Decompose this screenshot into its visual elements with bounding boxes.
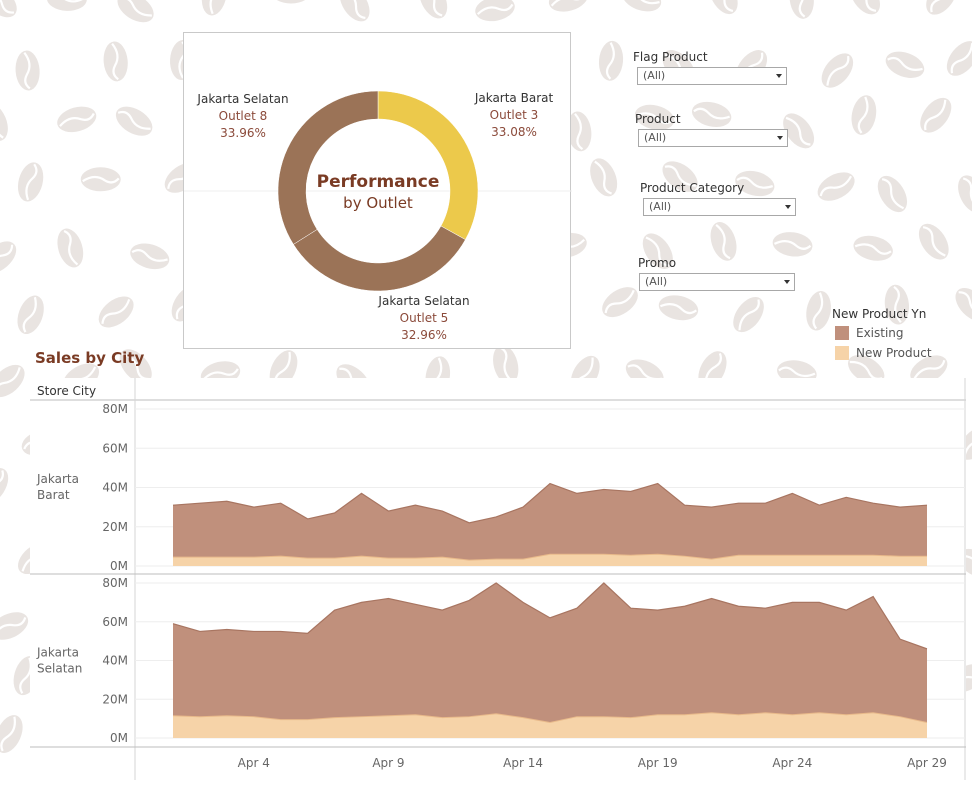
donut-label-city: Jakarta Barat [474, 91, 554, 105]
y-tick-label: 20M [102, 520, 128, 534]
chevron-down-icon [785, 205, 791, 209]
x-tick-label: Apr 9 [372, 756, 404, 770]
pane-label-line1: Jakarta [36, 472, 79, 486]
row-header-store-city: Store City [37, 384, 96, 398]
donut-label-outlet-3: Jakarta Barat Outlet 3 33.08% [459, 90, 569, 141]
filter-product-category: Product Category (All) [640, 181, 796, 216]
coffee-bean-icon [80, 167, 121, 192]
donut-label-outlet: Outlet 8 [218, 109, 268, 123]
x-tick-label: Apr 14 [503, 756, 543, 770]
filter-label: Product [635, 112, 681, 126]
donut-label-city: Jakarta Selatan [378, 294, 470, 308]
sales-by-city-title: Sales by City [35, 349, 145, 367]
pane-label-line2: Selatan [37, 662, 82, 676]
donut-label-percent: 32.96% [401, 328, 447, 342]
donut-label-percent: 33.96% [220, 126, 266, 140]
filter-label: Product Category [640, 181, 745, 195]
donut-label-city: Jakarta Selatan [197, 92, 289, 106]
chevron-down-icon [784, 280, 790, 284]
flag-product-dropdown[interactable]: (All) [637, 67, 787, 85]
donut-label-percent: 33.08% [491, 125, 537, 139]
pane-label-line1: Jakarta [36, 646, 79, 660]
donut-label-outlet-8: Jakarta Selatan Outlet 8 33.96% [187, 91, 299, 142]
legend-item-new-product[interactable]: New Product [832, 346, 932, 366]
x-tick-label: Apr 4 [238, 756, 270, 770]
donut-slice-2[interactable] [293, 225, 466, 292]
legend-swatch-existing [835, 326, 849, 340]
legend-item-existing[interactable]: Existing [832, 326, 932, 346]
filter-product: Product (All) [635, 112, 788, 147]
donut-label-outlet: Outlet 3 [489, 108, 539, 122]
y-tick-label: 60M [102, 441, 128, 455]
filter-label: Promo [638, 256, 677, 270]
y-tick-label: 80M [102, 402, 128, 416]
product-dropdown[interactable]: (All) [638, 129, 788, 147]
donut-label-outlet-5: Jakarta Selatan Outlet 5 32.96% [364, 293, 484, 344]
y-tick-label: 60M [102, 615, 128, 629]
donut-label-outlet: Outlet 5 [399, 311, 449, 325]
dropdown-value: (All) [649, 200, 672, 213]
promo-dropdown[interactable]: (All) [639, 273, 795, 291]
performance-by-outlet-panel: Performance by Outlet Jakarta Barat Outl… [183, 32, 572, 349]
y-tick-label: 0M [110, 731, 128, 745]
pane-label-line2: Barat [37, 488, 70, 502]
filter-promo: Promo (All) [638, 256, 795, 291]
y-tick-label: 80M [102, 576, 128, 590]
y-tick-label: 0M [110, 559, 128, 573]
legend-label: New Product [856, 346, 932, 360]
chevron-down-icon [777, 136, 783, 140]
chevron-down-icon [776, 74, 782, 78]
dropdown-value: (All) [644, 131, 667, 144]
dropdown-value: (All) [645, 275, 668, 288]
x-tick-label: Apr 29 [907, 756, 947, 770]
legend-title: New Product Yn [832, 307, 927, 321]
legend-label: Existing [856, 326, 904, 340]
y-tick-label: 40M [102, 654, 128, 668]
filter-label: Flag Product [633, 50, 708, 64]
sales-by-city-area-chart: Store City 0M 20M 40M 60M 80M Jakarta Barat 0M 20… [30, 378, 966, 780]
y-tick-label: 20M [102, 692, 128, 706]
product-category-dropdown[interactable]: (All) [643, 198, 796, 216]
x-tick-label: Apr 19 [638, 756, 678, 770]
donut-title: Performance [316, 172, 440, 192]
donut-center-title: Performance by Outlet [284, 171, 472, 214]
legend-swatch-new-product [835, 346, 849, 360]
legend-new-product-yn: New Product Yn Existing New Product [832, 307, 932, 366]
x-tick-label: Apr 24 [772, 756, 812, 770]
filter-flag-product: Flag Product (All) [633, 50, 787, 85]
donut-subtitle: by Outlet [343, 194, 413, 212]
dropdown-value: (All) [643, 69, 666, 82]
y-tick-label: 40M [102, 481, 128, 495]
